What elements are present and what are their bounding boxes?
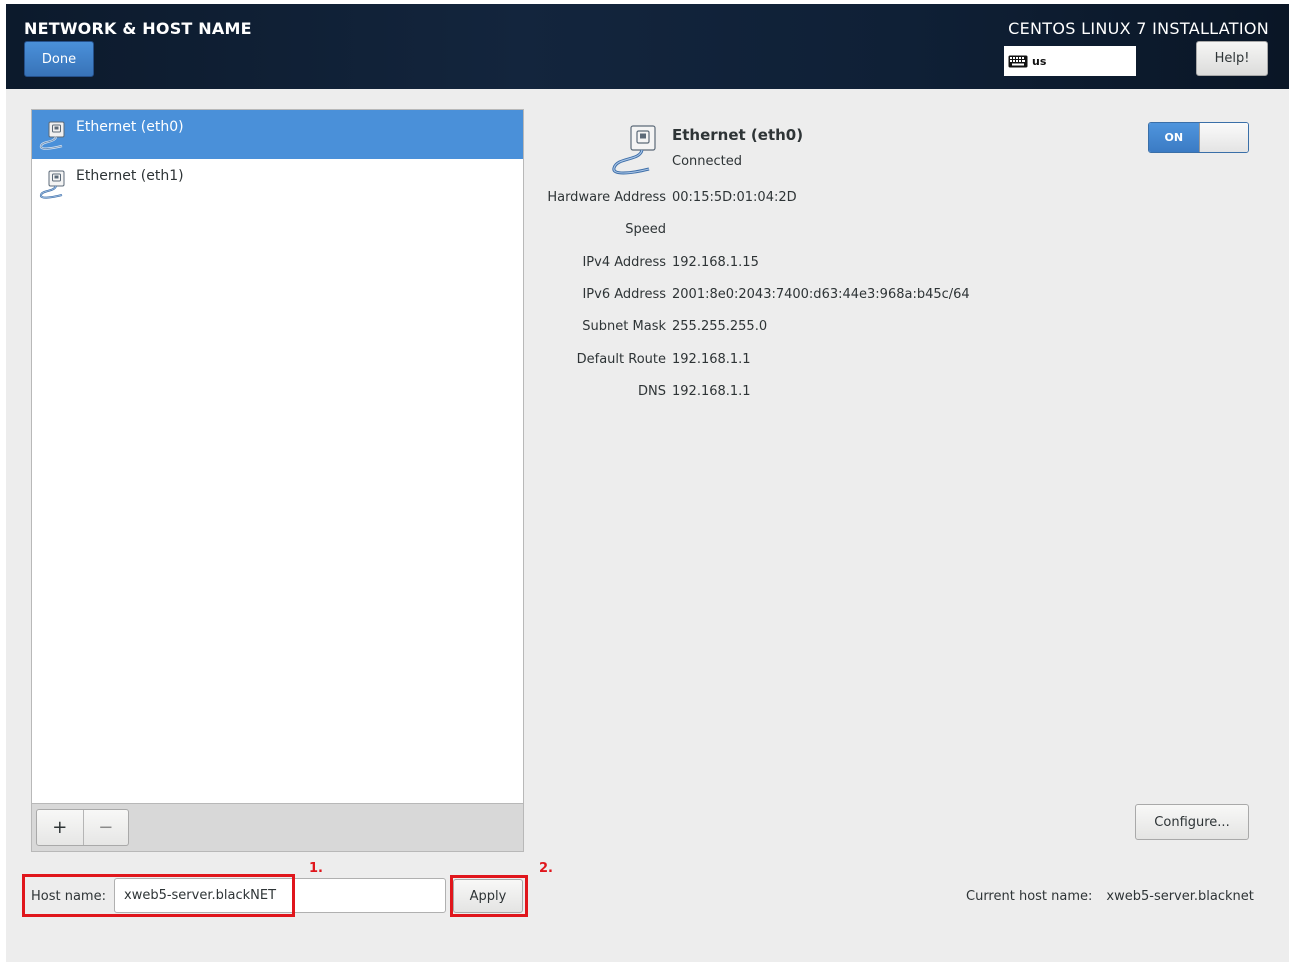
- prop-value: 192.168.1.1: [672, 352, 751, 367]
- ethernet-icon: [40, 170, 65, 199]
- annotation-box-apply: [450, 875, 528, 917]
- toggle-on-label: ON: [1149, 123, 1199, 152]
- prop-key: IPv4 Address: [582, 255, 666, 270]
- add-device-button[interactable]: +: [37, 810, 83, 845]
- annotation-step-2: 2.: [539, 861, 553, 876]
- annotation-box-hostname: [22, 874, 295, 917]
- header-bar: NETWORK & HOST NAME Done CENTOS LINUX 7 …: [6, 4, 1289, 89]
- product-title: CENTOS LINUX 7 INSTALLATION: [1008, 19, 1269, 38]
- add-remove-group: + −: [36, 809, 129, 846]
- device-label: Ethernet (eth1): [76, 168, 184, 184]
- help-button[interactable]: Help!: [1196, 41, 1268, 76]
- prop-speed: Speed: [496, 222, 1196, 242]
- configure-button[interactable]: Configure...: [1135, 804, 1249, 840]
- ethernet-icon: [612, 125, 656, 175]
- current-host-value: xweb5-server.blacknet: [1106, 889, 1254, 904]
- connection-status: Connected: [672, 154, 743, 169]
- remove-device-button[interactable]: −: [82, 810, 129, 845]
- annotation-step-1: 1.: [309, 861, 323, 876]
- page-title: NETWORK & HOST NAME: [24, 19, 252, 38]
- ethernet-icon: [39, 121, 65, 150]
- prop-key: Hardware Address: [547, 190, 666, 205]
- prop-value: 00:15:5D:01:04:2D: [672, 190, 797, 205]
- prop-key: IPv6 Address: [582, 287, 666, 302]
- prop-value: 192.168.1.1: [672, 384, 751, 399]
- prop-value: 2001:8e0:2043:7400:d63:44e3:968a:b45c/64: [672, 287, 970, 302]
- done-button[interactable]: Done: [24, 41, 94, 77]
- prop-key: Speed: [625, 222, 666, 237]
- main-panel: Ethernet (eth0) Ethernet (eth1) + − Ethe…: [6, 89, 1289, 962]
- toggle-knob: [1198, 123, 1248, 152]
- device-list-toolbar: + −: [31, 804, 524, 852]
- device-label: Ethernet (eth0): [76, 119, 184, 135]
- connection-toggle[interactable]: ON: [1148, 122, 1249, 153]
- current-host-label: Current host name:: [966, 889, 1093, 904]
- device-row-eth0[interactable]: Ethernet (eth0): [32, 110, 523, 159]
- prop-key: DNS: [638, 384, 666, 399]
- prop-hardware-address: Hardware Address 00:15:5D:01:04:2D: [496, 190, 1196, 210]
- prop-ipv6-address: IPv6 Address 2001:8e0:2043:7400:d63:44e3…: [496, 287, 1196, 307]
- keyboard-layout-label: us: [1032, 54, 1047, 68]
- prop-value: 255.255.255.0: [672, 319, 768, 334]
- prop-subnet-mask: Subnet Mask 255.255.255.0: [496, 319, 1196, 339]
- keyboard-icon: [1008, 55, 1028, 67]
- prop-key: Default Route: [576, 352, 666, 367]
- prop-key: Subnet Mask: [582, 319, 666, 334]
- current-host-name: Current host name: xweb5-server.blacknet: [966, 889, 1254, 904]
- prop-value: 192.168.1.15: [672, 255, 759, 270]
- prop-default-route: Default Route 192.168.1.1: [496, 352, 1196, 372]
- prop-dns: DNS 192.168.1.1: [496, 384, 1196, 404]
- keyboard-layout-indicator[interactable]: us: [1004, 46, 1136, 76]
- device-row-eth1[interactable]: Ethernet (eth1): [32, 159, 523, 208]
- device-list[interactable]: Ethernet (eth0) Ethernet (eth1): [31, 109, 524, 804]
- prop-ipv4-address: IPv4 Address 192.168.1.15: [496, 255, 1196, 275]
- device-title: Ethernet (eth0): [672, 126, 804, 144]
